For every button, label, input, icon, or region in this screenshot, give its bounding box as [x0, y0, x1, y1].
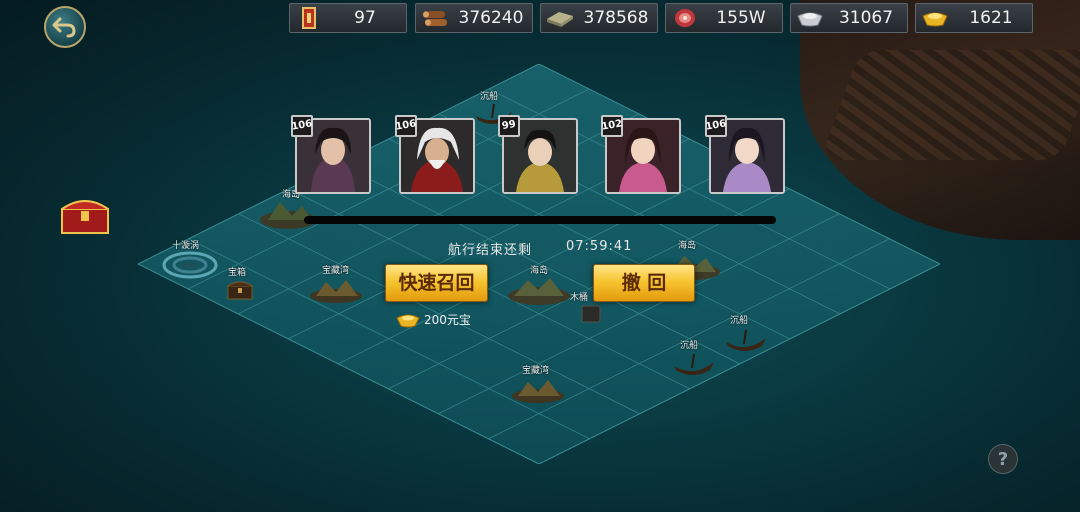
island-icon[interactable] — [258, 196, 318, 234]
gold-ingot-icon — [920, 5, 950, 31]
gold-ingot-icon — [396, 314, 420, 327]
wood-logs-icon — [420, 5, 450, 31]
red-chest-icon — [61, 200, 109, 234]
withdraw-button[interactable]: 撤 回 — [593, 264, 695, 302]
map-label-shipwreck-right: 沉船 — [730, 316, 749, 326]
resource-meat[interactable]: 155W — [665, 3, 783, 33]
whirlpool-icon[interactable] — [160, 250, 220, 284]
silver-ingot-icon — [795, 5, 825, 31]
resource-value: 378568 — [583, 8, 649, 28]
voyage-progress-bar — [304, 216, 776, 224]
resource-value: 376240 — [458, 8, 524, 28]
shipwreck-icon[interactable] — [672, 352, 716, 382]
back-arrow-icon — [52, 17, 76, 38]
voyage-remaining-label: 航行结束还剩 — [448, 243, 533, 258]
resource-value: 155W — [716, 8, 766, 28]
map-label-treasure-bay: 宝藏湾 — [322, 266, 350, 276]
map-label-treasure-bay-bottom: 宝藏湾 — [522, 366, 550, 376]
quick-recall-cost: 200元宝 — [396, 311, 471, 328]
resource-value: 97 — [354, 8, 376, 28]
resource-value: 31067 — [838, 8, 894, 28]
map-label-shipwreck: 沉船 — [480, 92, 499, 102]
voyage-countdown: 07:59:41 — [566, 239, 633, 254]
island-icon[interactable] — [506, 272, 572, 310]
token-scroll-icon — [294, 5, 324, 31]
resource-tokens[interactable]: 97 — [289, 3, 407, 33]
resource-value: 1621 — [969, 8, 1013, 28]
map-label-chest: 宝箱 — [228, 268, 247, 278]
treasure-chest-icon[interactable] — [226, 279, 254, 305]
hero-level-badge: 102 — [599, 113, 625, 139]
treasure-bay-icon[interactable] — [308, 276, 364, 308]
cost-text: 200元宝 — [424, 313, 471, 327]
meat-icon — [670, 5, 700, 31]
treasure-chest-button[interactable] — [58, 193, 112, 237]
hero-level-badge: 106 — [703, 113, 729, 139]
map-label-shipwreck-right2: 沉船 — [680, 341, 699, 351]
hero-level-badge: 106 — [393, 113, 419, 139]
resource-gold[interactable]: 1621 — [915, 3, 1033, 33]
help-button[interactable]: ? — [988, 444, 1018, 474]
hero-level-badge: 106 — [289, 113, 315, 139]
quick-recall-button[interactable]: 快速召回 — [385, 264, 488, 302]
back-button[interactable] — [44, 6, 86, 48]
resource-wood[interactable]: 376240 — [415, 3, 533, 33]
stone-icon — [545, 5, 575, 31]
resource-silver[interactable]: 31067 — [790, 3, 908, 33]
hero-level-badge: 99 — [496, 113, 522, 139]
shipwreck-icon[interactable] — [724, 328, 768, 358]
resource-stone[interactable]: 378568 — [540, 3, 658, 33]
crate-icon[interactable] — [580, 302, 602, 328]
treasure-bay-icon[interactable] — [510, 376, 566, 408]
